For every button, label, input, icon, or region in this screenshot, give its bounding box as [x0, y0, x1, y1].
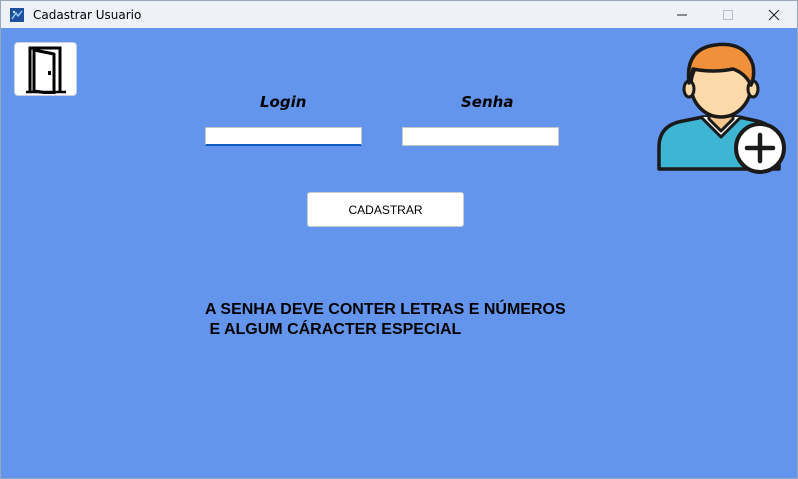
maximize-icon: [723, 9, 733, 20]
password-requirement-message: A SENHA DEVE CONTER LETRAS E NÚMEROS E A…: [205, 300, 566, 340]
close-button[interactable]: [751, 1, 797, 28]
maximize-button[interactable]: [705, 1, 751, 28]
cadastrar-button[interactable]: CADASTRAR: [307, 192, 464, 227]
user-add-icon: [653, 39, 789, 175]
window-controls: [659, 1, 797, 28]
login-label: Login: [260, 93, 307, 111]
close-icon: [768, 9, 780, 20]
app-icon: [9, 7, 25, 23]
minimize-icon: [677, 14, 687, 15]
message-line-2: E ALGUM CÁRACTER ESPECIAL: [205, 321, 462, 338]
login-input[interactable]: [205, 127, 362, 146]
window-title: Cadastrar Usuario: [33, 7, 142, 22]
senha-input[interactable]: [402, 127, 559, 146]
exit-door-button[interactable]: [14, 42, 77, 96]
title-bar[interactable]: Cadastrar Usuario: [1, 1, 797, 28]
message-line-1: A SENHA DEVE CONTER LETRAS E NÚMEROS: [205, 301, 566, 318]
door-exit-icon: [25, 46, 66, 94]
senha-label: Senha: [461, 93, 514, 111]
minimize-button[interactable]: [659, 1, 705, 28]
app-window: Cadastrar Usuario Login Senha CADASTRAR …: [0, 0, 798, 479]
